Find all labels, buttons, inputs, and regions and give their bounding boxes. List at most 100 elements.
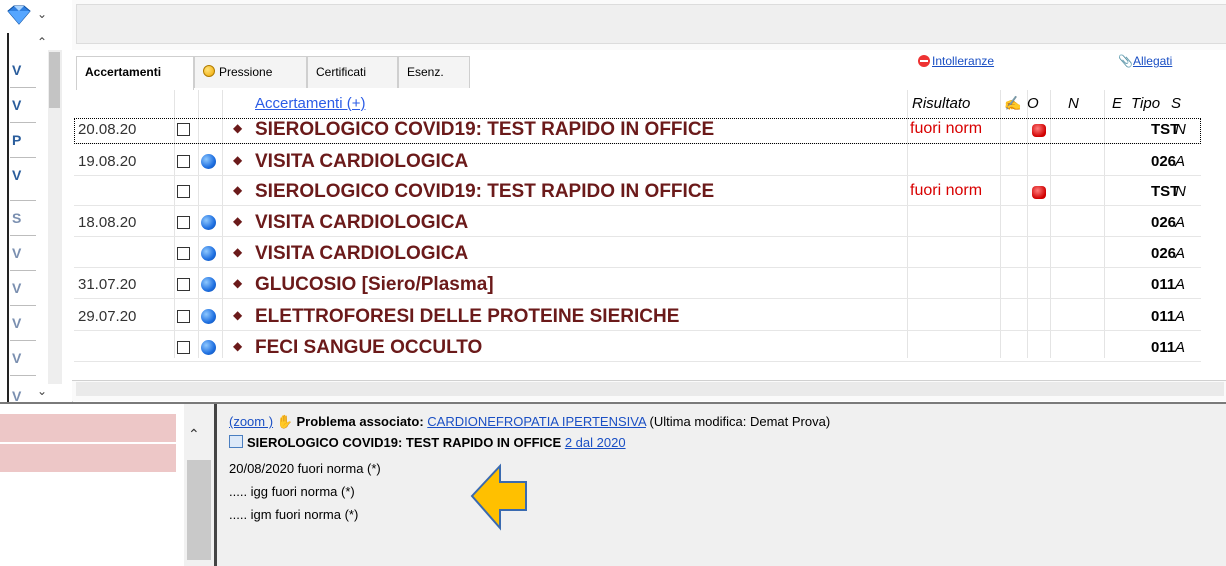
left-strip-letter[interactable]: V (12, 315, 28, 331)
row-exam-name[interactable]: SIEROLOGICO COVID19: TEST RAPIDO IN OFFI… (255, 181, 714, 203)
row-tipo: 011 (1151, 308, 1176, 325)
detail-result-line: 20/08/2020 fuori norma (*) (229, 461, 381, 476)
hand-icon: ✋ (276, 414, 293, 429)
table-row[interactable]: 18.08.20 ◆ VISITA CARDIOLOGICA 026 A (74, 211, 1201, 237)
left-strip-letter[interactable]: V (12, 97, 28, 113)
tab-certificati[interactable]: Certificati (307, 56, 398, 88)
ultima-modifica: (Ultima modifica: Demat Prova) (649, 414, 831, 429)
bottom-left-scroll-thumb[interactable] (187, 460, 211, 560)
col-header-o[interactable]: O (1027, 95, 1039, 112)
col-header-s[interactable]: S (1171, 95, 1181, 112)
left-strip-letter[interactable]: V (12, 350, 28, 366)
table-row[interactable]: ◆ FECI SANGUE OCCULTO 011 A (74, 336, 1201, 362)
test-history-link[interactable]: 2 dal 2020 (565, 435, 626, 450)
row-exam-name[interactable]: ELETTROFORESI DELLE PROTEINE SIERICHE (255, 306, 679, 328)
left-strip (0, 0, 73, 403)
col-header-e[interactable]: E (1112, 95, 1122, 112)
row-s: A (1175, 339, 1186, 356)
row-date: 20.08.20 (78, 121, 137, 138)
table-row[interactable]: ◆ VISITA CARDIOLOGICA 026 A (74, 242, 1201, 268)
row-s: A (1175, 245, 1186, 262)
table-row[interactable]: 20.08.20 ◆ SIEROLOGICO COVID19: TEST RAPID… (74, 118, 1201, 144)
list-item[interactable] (0, 414, 176, 442)
allegati-link[interactable]: 📎Allegati (1118, 54, 1172, 68)
gem-icon[interactable] (6, 5, 32, 25)
col-header-n[interactable]: N (1068, 95, 1079, 112)
row-checkbox[interactable] (177, 278, 190, 291)
row-exam-name[interactable]: GLUCOSIO [Siero/Plasma] (255, 274, 494, 296)
row-date: 18.08.20 (78, 214, 137, 231)
row-checkbox[interactable] (177, 123, 190, 136)
table-row[interactable]: 31.07.20 ◆ GLUCOSIO [Siero/Plasma] 011 A (74, 273, 1201, 299)
chevron-up-icon[interactable]: ⌃ (37, 35, 47, 49)
table-row[interactable]: 19.08.20 ◆ VISITA CARDIOLOGICA 026 A (74, 150, 1201, 176)
diamond-icon: ◆ (233, 214, 243, 228)
row-s: N (1175, 121, 1186, 138)
chevron-down-icon[interactable]: ⌄ (37, 7, 47, 21)
calendar-icon (229, 435, 243, 448)
row-exam-name[interactable]: FECI SANGUE OCCULTO (255, 337, 482, 359)
row-exam-name[interactable]: VISITA CARDIOLOGICA (255, 243, 468, 265)
row-tipo: 026 (1151, 245, 1177, 262)
red-flag-icon (1032, 124, 1046, 137)
diamond-icon: ◆ (233, 153, 243, 167)
table-row[interactable]: ◆ SIEROLOGICO COVID19: TEST RAPIDO IN OFF… (74, 180, 1201, 206)
row-s: A (1175, 214, 1186, 231)
row-checkbox[interactable] (177, 310, 190, 323)
col-header-accertamenti[interactable]: Accertamenti (+) (255, 95, 365, 112)
col-header-tipo[interactable]: Tipo (1131, 95, 1160, 112)
list-item[interactable] (0, 444, 176, 472)
row-s: A (1175, 153, 1186, 170)
table-scroll-thumb[interactable] (76, 382, 1224, 396)
row-tipo: 011 (1151, 339, 1176, 356)
row-checkbox[interactable] (177, 216, 190, 229)
detail-header-line: (zoom ) ✋ Problema associato: CARDIONEFR… (229, 414, 830, 430)
row-exam-name[interactable]: VISITA CARDIOLOGICA (255, 151, 468, 173)
row-s: A (1175, 276, 1186, 293)
left-strip-letter[interactable]: S (12, 210, 28, 226)
tab-accertamenti[interactable]: Accertamenti (76, 56, 194, 90)
tab-pressione[interactable]: Pressione (194, 56, 307, 88)
row-tipo: 011 (1151, 276, 1176, 293)
left-strip-letter[interactable]: P (12, 132, 28, 148)
row-checkbox[interactable] (177, 247, 190, 260)
toolbar-field[interactable] (76, 4, 1226, 44)
row-checkbox[interactable] (177, 341, 190, 354)
paperclip-icon: 📎 (1118, 54, 1133, 68)
row-result: fuori norm (910, 182, 983, 199)
diamond-icon: ◆ (233, 245, 243, 259)
row-s: N (1175, 183, 1186, 200)
tab-esenz[interactable]: Esenz. (398, 56, 470, 88)
row-exam-name[interactable]: VISITA CARDIOLOGICA (255, 212, 468, 234)
yellow-dot-icon (203, 65, 215, 77)
left-strip-letter[interactable]: V (12, 245, 28, 261)
left-strip-letter[interactable]: V (12, 280, 28, 296)
chevron-up-icon[interactable]: ⌃ (188, 426, 200, 443)
problema-label: Problema associato: (296, 414, 424, 429)
zoom-link[interactable]: (zoom ) (229, 414, 273, 429)
left-strip-letter[interactable]: V (12, 62, 28, 78)
left-scroll-thumb[interactable] (49, 52, 60, 108)
tab-label: Certificati (316, 65, 367, 79)
row-date: 29.07.20 (78, 308, 137, 325)
intolleranze-link[interactable]: Intolleranze (918, 54, 994, 68)
row-checkbox[interactable] (177, 185, 190, 198)
diamond-icon: ◆ (233, 276, 243, 290)
table-row[interactable]: 29.07.20 ◆ ELETTROFORESI DELLE PROTEINE SI… (74, 305, 1201, 331)
tab-label: Accertamenti (85, 65, 162, 79)
row-tipo: 026 (1151, 153, 1177, 170)
left-strip-letter[interactable]: V (12, 167, 28, 183)
tab-label: Pressione (219, 65, 273, 79)
chevron-down-icon[interactable]: ⌄ (37, 384, 47, 398)
col-header-risultato[interactable]: Risultato (912, 95, 970, 112)
blue-ball-icon (201, 246, 216, 261)
row-tipo: 026 (1151, 214, 1177, 231)
row-checkbox[interactable] (177, 155, 190, 168)
blue-ball-icon (201, 277, 216, 292)
left-strip-letter[interactable]: V (12, 388, 28, 402)
row-result: fuori norm (910, 120, 983, 137)
row-exam-name[interactable]: SIEROLOGICO COVID19: TEST RAPIDO IN OFFI… (255, 119, 714, 141)
blue-ball-icon (201, 215, 216, 230)
diamond-icon: ◆ (233, 183, 243, 197)
problema-link[interactable]: CARDIONEFROPATIA IPERTENSIVA (427, 414, 646, 429)
